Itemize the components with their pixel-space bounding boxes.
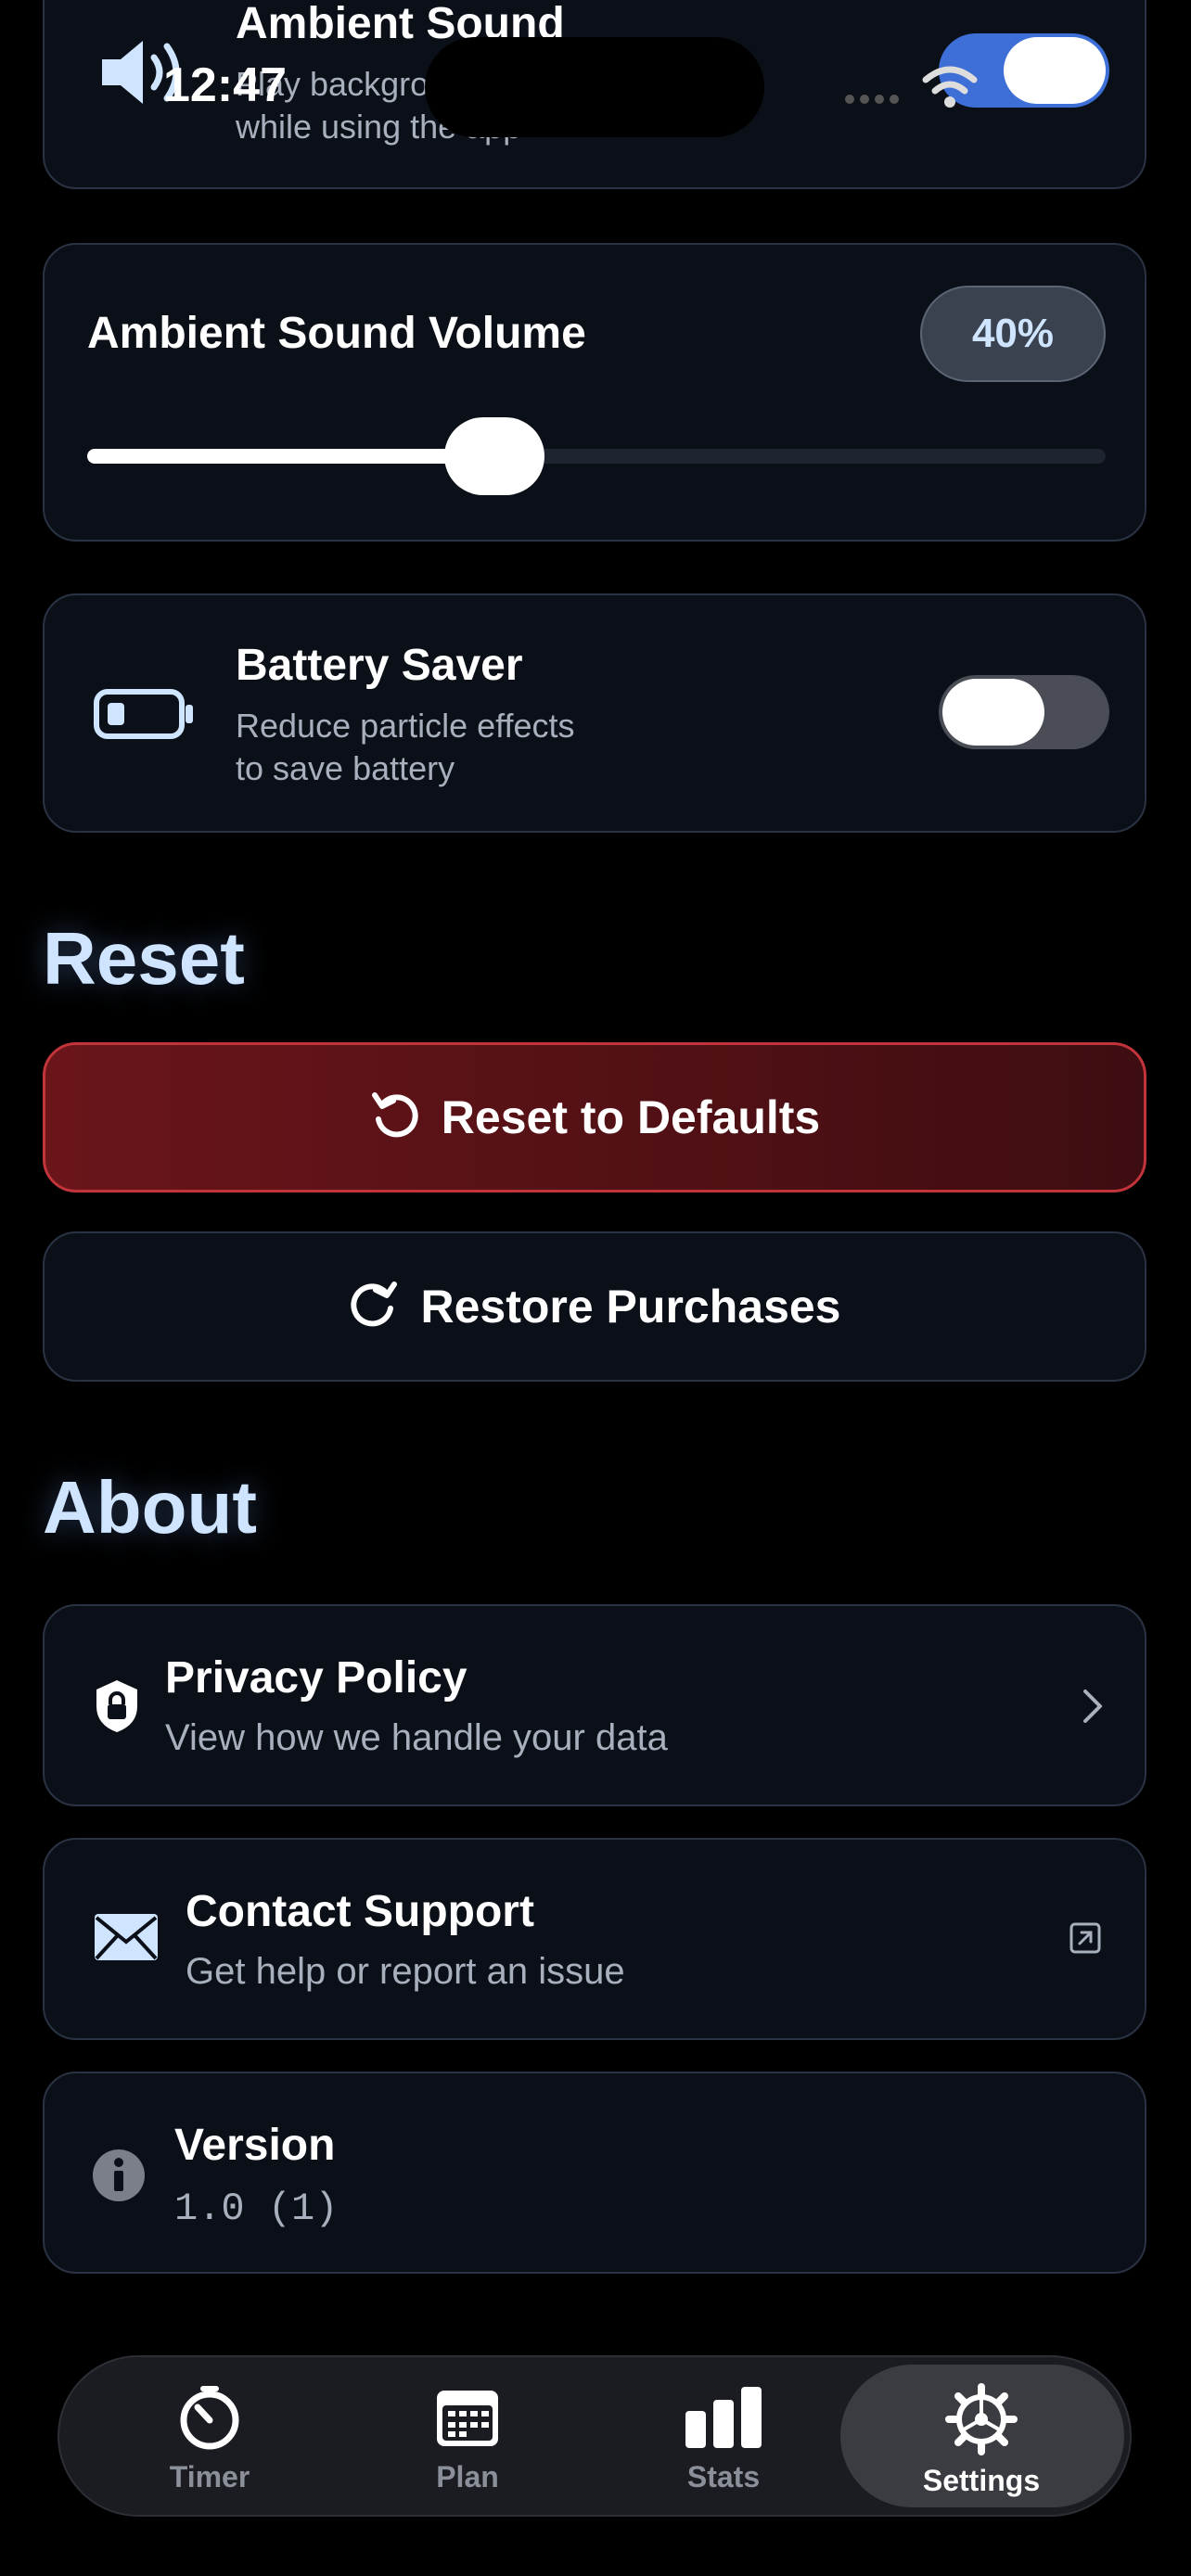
privacy-policy-subtitle: View how we handle your data: [165, 1717, 668, 1758]
chevron-right-icon: [1082, 1688, 1104, 1729]
wifi-icon: [922, 65, 978, 112]
battery-saver-title: Battery Saver: [236, 641, 523, 690]
tab-stats-label: Stats: [686, 2460, 761, 2493]
reset-heading: Reset: [43, 917, 245, 1000]
version-value: 1.0 (1): [174, 2187, 339, 2231]
volume-badge-label: 40%: [971, 311, 1055, 356]
tab-timer[interactable]: Timer: [117, 2383, 302, 2494]
signal-icon: [844, 93, 903, 110]
volume-slider-fill: [87, 449, 494, 464]
battery-saver-subtitle-1: Reduce particle effects: [236, 707, 575, 745]
privacy-policy-title: Privacy Policy: [165, 1653, 467, 1702]
contact-support-subtitle: Get help or report an issue: [186, 1951, 625, 1992]
volume-slider-thumb[interactable]: [444, 417, 544, 495]
restore-icon: [348, 1279, 400, 1335]
status-time: 12:47: [163, 58, 287, 112]
reset-icon: [369, 1090, 421, 1146]
info-icon: [91, 2148, 147, 2208]
external-link-icon: [1069, 1921, 1102, 1959]
volume-badge: 40%: [920, 286, 1106, 382]
battery-saver-subtitle-2: to save battery: [236, 749, 455, 787]
battery-saver-card: Battery Saver Reduce particle effects to…: [43, 593, 1146, 833]
about-heading: About: [43, 1466, 258, 1549]
restore-purchases-label: Restore Purchases: [420, 1281, 841, 1333]
calendar-icon: [375, 2383, 560, 2456]
contact-support-title: Contact Support: [186, 1887, 534, 1936]
battery-icon: [93, 688, 195, 745]
toggle-knob: [942, 679, 1044, 746]
reset-defaults-label: Reset to Defaults: [441, 1091, 821, 1143]
battery-saver-toggle[interactable]: [939, 675, 1109, 749]
tab-settings[interactable]: Settings: [889, 2383, 1074, 2498]
toggle-knob: [1004, 37, 1106, 104]
tab-timer-label: Timer: [169, 2460, 250, 2493]
version-row: Version 1.0 (1): [43, 2072, 1146, 2274]
gear-icon: [889, 2383, 1074, 2460]
tab-plan-label: Plan: [436, 2460, 499, 2493]
contact-support-row[interactable]: Contact Support Get help or report an is…: [43, 1838, 1146, 2040]
volume-title: Ambient Sound Volume: [87, 309, 586, 358]
lock-shield-icon: [93, 1678, 141, 1739]
version-title: Version: [174, 2121, 336, 2170]
volume-slider-track[interactable]: [87, 417, 1106, 495]
timer-icon: [117, 2383, 302, 2456]
bar-chart-icon: [631, 2383, 816, 2456]
tab-stats[interactable]: Stats: [631, 2383, 816, 2494]
privacy-policy-row[interactable]: Privacy Policy View how we handle your d…: [43, 1604, 1146, 1806]
restore-purchases-button[interactable]: Restore Purchases: [43, 1231, 1146, 1382]
envelope-icon: [93, 1912, 160, 1967]
tab-plan[interactable]: Plan: [375, 2383, 560, 2494]
tab-settings-label: Settings: [922, 2464, 1041, 2497]
volume-card: Ambient Sound Volume 40%: [43, 243, 1146, 542]
dynamic-island: [425, 37, 764, 137]
reset-defaults-button[interactable]: Reset to Defaults: [43, 1042, 1146, 1192]
